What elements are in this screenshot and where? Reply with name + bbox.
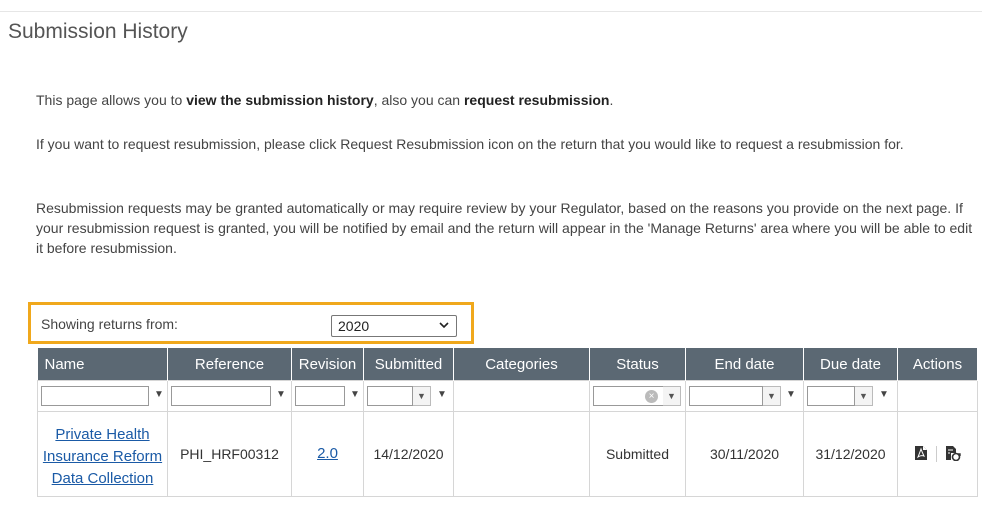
page-title: Submission History — [8, 20, 188, 43]
intro-paragraph-2: If you want to request resubmission, ple… — [36, 136, 904, 152]
intro-paragraph-1: This page allows you to view the submiss… — [36, 90, 976, 110]
filter-cell-status: × ▼ — [589, 380, 686, 412]
filter-icon[interactable]: ▼ — [879, 389, 889, 400]
clear-icon[interactable]: × — [645, 390, 658, 403]
cell-end-date: 30/11/2020 — [685, 411, 804, 497]
year-filter-label: Showing returns from: — [41, 316, 178, 332]
intro-text: This page allows you to — [36, 92, 187, 108]
column-header-status[interactable]: Status — [589, 348, 686, 381]
cell-submitted: 14/12/2020 — [363, 411, 454, 497]
chevron-down-icon — [438, 317, 450, 336]
filter-icon[interactable]: ▼ — [154, 389, 164, 400]
intro-bold-history: view the submission history — [186, 92, 374, 108]
filter-cell-reference: ▼ — [167, 380, 292, 412]
chevron-down-icon[interactable]: ▼ — [663, 386, 681, 406]
submitted-filter-input[interactable] — [367, 386, 413, 406]
filter-icon[interactable]: ▼ — [276, 389, 286, 400]
intro-paragraph-3: Resubmission requests may be granted aut… — [36, 200, 973, 256]
cell-categories — [453, 411, 590, 497]
cell-status: Submitted — [589, 411, 686, 497]
filter-cell-due-date: ▼ ▼ — [803, 380, 898, 412]
column-header-categories[interactable]: Categories — [453, 348, 590, 381]
table-row: Private Health Insurance Reform Data Col… — [37, 411, 978, 497]
cell-due-date: 31/12/2020 — [803, 411, 898, 497]
filter-cell-revision: ▼ — [291, 380, 364, 412]
filter-cell-actions — [897, 380, 978, 412]
intro-text-end: . — [609, 92, 614, 108]
action-separator — [936, 446, 937, 462]
filter-cell-name: ▼ — [37, 380, 168, 412]
filter-icon[interactable]: ▼ — [437, 389, 447, 400]
due-date-filter-input[interactable] — [807, 386, 855, 406]
filter-cell-categories — [453, 380, 590, 412]
year-filter-highlight: Showing returns from: 2020 — [28, 302, 474, 344]
filter-cell-end-date: ▼ ▼ — [685, 380, 804, 412]
cell-revision: 2.0 — [291, 411, 364, 497]
filter-cell-submitted: ▼ ▼ — [363, 380, 454, 412]
submission-table: Name Reference Revision Submitted Catego… — [37, 348, 978, 497]
filter-icon[interactable]: ▼ — [350, 389, 360, 400]
chevron-down-icon[interactable]: ▼ — [763, 386, 781, 406]
return-name-link[interactable]: Private Health Insurance Reform Data Col… — [43, 426, 162, 487]
cell-reference: PHI_HRF00312 — [167, 411, 292, 497]
column-header-revision[interactable]: Revision — [291, 348, 364, 381]
intro-bold-resubmission: request resubmission — [463, 92, 610, 108]
year-select[interactable]: 2020 — [331, 315, 457, 337]
revision-filter-input[interactable] — [295, 386, 345, 406]
filter-icon[interactable]: ▼ — [786, 389, 796, 400]
filter-row: ▼ ▼ ▼ ▼ ▼ × ▼ ▼ ▼ ▼ ▼ — [37, 380, 978, 412]
column-header-end-date[interactable]: End date — [685, 348, 804, 381]
column-header-submitted[interactable]: Submitted — [363, 348, 454, 381]
column-header-actions: Actions — [897, 348, 978, 381]
chevron-down-icon[interactable]: ▼ — [413, 386, 431, 406]
intro-text-mid: , also you can — [373, 92, 464, 108]
column-header-due-date[interactable]: Due date — [803, 348, 898, 381]
pdf-icon[interactable] — [914, 445, 928, 464]
top-divider — [0, 11, 982, 12]
column-header-reference[interactable]: Reference — [167, 348, 292, 381]
request-resubmission-icon[interactable] — [945, 445, 961, 464]
end-date-filter-input[interactable] — [689, 386, 763, 406]
year-select-value: 2020 — [338, 318, 370, 334]
cell-actions — [897, 411, 978, 497]
cell-name: Private Health Insurance Reform Data Col… — [37, 411, 168, 497]
revision-link[interactable]: 2.0 — [317, 445, 338, 462]
chevron-down-icon[interactable]: ▼ — [855, 386, 873, 406]
column-header-name[interactable]: Name — [37, 348, 168, 381]
reference-filter-input[interactable] — [171, 386, 271, 406]
name-filter-input[interactable] — [41, 386, 149, 406]
